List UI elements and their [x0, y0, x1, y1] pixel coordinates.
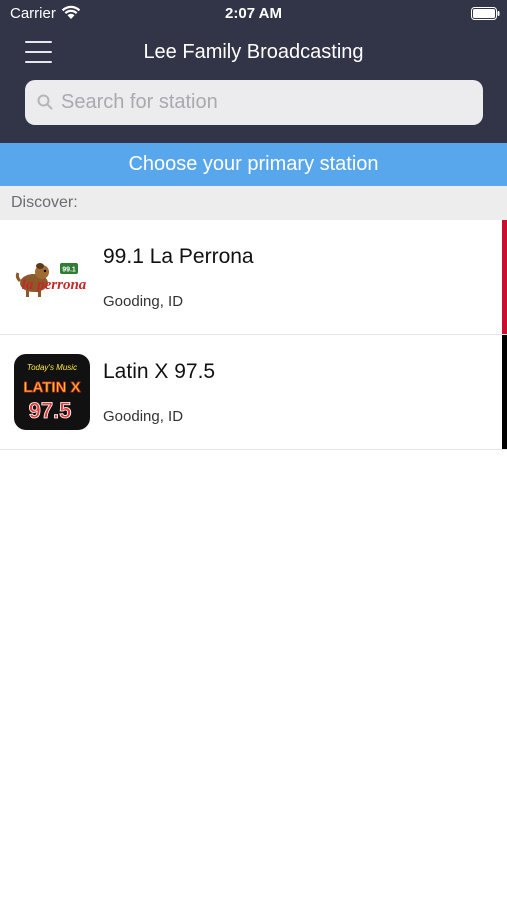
status-time: 2:07 AM: [225, 5, 282, 22]
page-title: Lee Family Broadcasting: [143, 41, 364, 63]
station-accent-bar: [502, 220, 507, 334]
app-header: Carrier 2:07 AM Lee Family Broadcasting: [0, 0, 507, 143]
station-location: Gooding, ID: [103, 408, 184, 425]
station-name: Latin X 97.5: [103, 360, 216, 383]
station-row-la-perrona[interactable]: 99.1 la perrona 99.1 La Perrona Gooding,…: [0, 220, 507, 335]
choose-primary-station-banner[interactable]: Choose your primary station: [0, 143, 507, 186]
station-location: Gooding, ID: [103, 293, 184, 310]
svg-text:LATIN X: LATIN X: [23, 379, 80, 396]
latin-x-logo: Today's Music LATIN X 97.5: [14, 354, 90, 430]
station-name: 99.1 La Perrona: [103, 245, 254, 268]
station-accent-bar: [502, 335, 507, 449]
search-bar[interactable]: [25, 80, 483, 125]
la-perrona-logo: 99.1 la perrona: [12, 237, 92, 317]
search-icon: [37, 94, 53, 110]
battery-icon: [471, 7, 500, 20]
svg-text:99.1: 99.1: [62, 267, 76, 274]
svg-text:la perrona: la perrona: [22, 277, 87, 293]
svg-text:Today's Music: Today's Music: [27, 363, 77, 372]
discover-section-header: Discover:: [0, 186, 507, 220]
status-bar: Carrier 2:07 AM: [0, 0, 507, 28]
navigation-bar: Lee Family Broadcasting: [0, 28, 507, 78]
search-input[interactable]: [61, 80, 471, 125]
station-row-latin-x[interactable]: Today's Music LATIN X 97.5 Latin X 97.5 …: [0, 335, 507, 450]
svg-text:97.5: 97.5: [29, 398, 72, 423]
